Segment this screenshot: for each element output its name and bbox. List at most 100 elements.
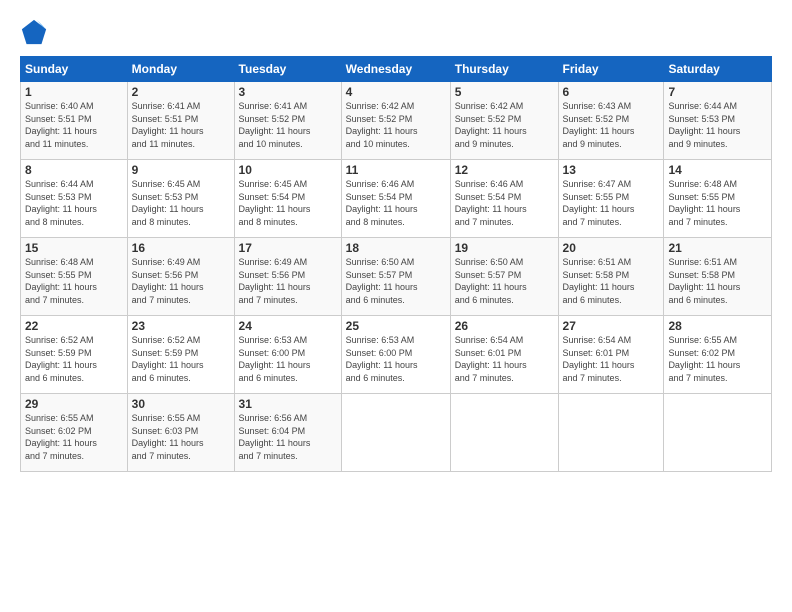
day-info: Sunrise: 6:40 AM Sunset: 5:51 PM Dayligh… bbox=[25, 100, 123, 150]
day-cell-26: 26Sunrise: 6:54 AM Sunset: 6:01 PM Dayli… bbox=[450, 316, 558, 394]
day-number: 31 bbox=[239, 397, 337, 411]
day-cell-31: 31Sunrise: 6:56 AM Sunset: 6:04 PM Dayli… bbox=[234, 394, 341, 472]
day-cell-6: 6Sunrise: 6:43 AM Sunset: 5:52 PM Daylig… bbox=[558, 82, 664, 160]
day-cell-27: 27Sunrise: 6:54 AM Sunset: 6:01 PM Dayli… bbox=[558, 316, 664, 394]
day-number: 26 bbox=[455, 319, 554, 333]
week-row-2: 15Sunrise: 6:48 AM Sunset: 5:55 PM Dayli… bbox=[21, 238, 772, 316]
week-row-1: 8Sunrise: 6:44 AM Sunset: 5:53 PM Daylig… bbox=[21, 160, 772, 238]
day-number: 10 bbox=[239, 163, 337, 177]
day-info: Sunrise: 6:43 AM Sunset: 5:52 PM Dayligh… bbox=[563, 100, 660, 150]
day-info: Sunrise: 6:49 AM Sunset: 5:56 PM Dayligh… bbox=[239, 256, 337, 306]
day-info: Sunrise: 6:52 AM Sunset: 5:59 PM Dayligh… bbox=[132, 334, 230, 384]
week-row-4: 29Sunrise: 6:55 AM Sunset: 6:02 PM Dayli… bbox=[21, 394, 772, 472]
day-number: 12 bbox=[455, 163, 554, 177]
empty-cell bbox=[558, 394, 664, 472]
day-info: Sunrise: 6:50 AM Sunset: 5:57 PM Dayligh… bbox=[455, 256, 554, 306]
day-cell-1: 1Sunrise: 6:40 AM Sunset: 5:51 PM Daylig… bbox=[21, 82, 128, 160]
col-header-sunday: Sunday bbox=[21, 57, 128, 82]
day-info: Sunrise: 6:41 AM Sunset: 5:52 PM Dayligh… bbox=[239, 100, 337, 150]
day-info: Sunrise: 6:55 AM Sunset: 6:02 PM Dayligh… bbox=[25, 412, 123, 462]
day-info: Sunrise: 6:51 AM Sunset: 5:58 PM Dayligh… bbox=[563, 256, 660, 306]
day-info: Sunrise: 6:44 AM Sunset: 5:53 PM Dayligh… bbox=[25, 178, 123, 228]
day-cell-18: 18Sunrise: 6:50 AM Sunset: 5:57 PM Dayli… bbox=[341, 238, 450, 316]
day-number: 1 bbox=[25, 85, 123, 99]
day-number: 27 bbox=[563, 319, 660, 333]
day-info: Sunrise: 6:54 AM Sunset: 6:01 PM Dayligh… bbox=[563, 334, 660, 384]
logo bbox=[20, 18, 50, 46]
day-number: 2 bbox=[132, 85, 230, 99]
day-info: Sunrise: 6:49 AM Sunset: 5:56 PM Dayligh… bbox=[132, 256, 230, 306]
day-cell-4: 4Sunrise: 6:42 AM Sunset: 5:52 PM Daylig… bbox=[341, 82, 450, 160]
day-number: 18 bbox=[346, 241, 446, 255]
day-cell-10: 10Sunrise: 6:45 AM Sunset: 5:54 PM Dayli… bbox=[234, 160, 341, 238]
day-info: Sunrise: 6:42 AM Sunset: 5:52 PM Dayligh… bbox=[346, 100, 446, 150]
empty-cell bbox=[664, 394, 772, 472]
logo-icon bbox=[20, 18, 48, 46]
day-number: 5 bbox=[455, 85, 554, 99]
day-info: Sunrise: 6:55 AM Sunset: 6:02 PM Dayligh… bbox=[668, 334, 767, 384]
day-number: 22 bbox=[25, 319, 123, 333]
day-number: 7 bbox=[668, 85, 767, 99]
day-cell-29: 29Sunrise: 6:55 AM Sunset: 6:02 PM Dayli… bbox=[21, 394, 128, 472]
day-info: Sunrise: 6:51 AM Sunset: 5:58 PM Dayligh… bbox=[668, 256, 767, 306]
day-number: 8 bbox=[25, 163, 123, 177]
day-cell-9: 9Sunrise: 6:45 AM Sunset: 5:53 PM Daylig… bbox=[127, 160, 234, 238]
day-number: 14 bbox=[668, 163, 767, 177]
day-number: 11 bbox=[346, 163, 446, 177]
header bbox=[20, 18, 772, 46]
day-cell-5: 5Sunrise: 6:42 AM Sunset: 5:52 PM Daylig… bbox=[450, 82, 558, 160]
day-cell-23: 23Sunrise: 6:52 AM Sunset: 5:59 PM Dayli… bbox=[127, 316, 234, 394]
day-number: 3 bbox=[239, 85, 337, 99]
day-cell-8: 8Sunrise: 6:44 AM Sunset: 5:53 PM Daylig… bbox=[21, 160, 128, 238]
day-info: Sunrise: 6:56 AM Sunset: 6:04 PM Dayligh… bbox=[239, 412, 337, 462]
day-cell-12: 12Sunrise: 6:46 AM Sunset: 5:54 PM Dayli… bbox=[450, 160, 558, 238]
day-info: Sunrise: 6:45 AM Sunset: 5:53 PM Dayligh… bbox=[132, 178, 230, 228]
page: SundayMondayTuesdayWednesdayThursdayFrid… bbox=[0, 0, 792, 482]
day-cell-20: 20Sunrise: 6:51 AM Sunset: 5:58 PM Dayli… bbox=[558, 238, 664, 316]
day-info: Sunrise: 6:45 AM Sunset: 5:54 PM Dayligh… bbox=[239, 178, 337, 228]
day-number: 9 bbox=[132, 163, 230, 177]
col-header-wednesday: Wednesday bbox=[341, 57, 450, 82]
day-info: Sunrise: 6:52 AM Sunset: 5:59 PM Dayligh… bbox=[25, 334, 123, 384]
day-cell-13: 13Sunrise: 6:47 AM Sunset: 5:55 PM Dayli… bbox=[558, 160, 664, 238]
day-info: Sunrise: 6:48 AM Sunset: 5:55 PM Dayligh… bbox=[668, 178, 767, 228]
day-cell-15: 15Sunrise: 6:48 AM Sunset: 5:55 PM Dayli… bbox=[21, 238, 128, 316]
day-cell-22: 22Sunrise: 6:52 AM Sunset: 5:59 PM Dayli… bbox=[21, 316, 128, 394]
day-cell-3: 3Sunrise: 6:41 AM Sunset: 5:52 PM Daylig… bbox=[234, 82, 341, 160]
col-header-friday: Friday bbox=[558, 57, 664, 82]
day-number: 25 bbox=[346, 319, 446, 333]
day-info: Sunrise: 6:46 AM Sunset: 5:54 PM Dayligh… bbox=[346, 178, 446, 228]
day-info: Sunrise: 6:44 AM Sunset: 5:53 PM Dayligh… bbox=[668, 100, 767, 150]
week-row-3: 22Sunrise: 6:52 AM Sunset: 5:59 PM Dayli… bbox=[21, 316, 772, 394]
day-info: Sunrise: 6:50 AM Sunset: 5:57 PM Dayligh… bbox=[346, 256, 446, 306]
day-number: 21 bbox=[668, 241, 767, 255]
header-row: SundayMondayTuesdayWednesdayThursdayFrid… bbox=[21, 57, 772, 82]
day-cell-7: 7Sunrise: 6:44 AM Sunset: 5:53 PM Daylig… bbox=[664, 82, 772, 160]
day-cell-25: 25Sunrise: 6:53 AM Sunset: 6:00 PM Dayli… bbox=[341, 316, 450, 394]
day-cell-16: 16Sunrise: 6:49 AM Sunset: 5:56 PM Dayli… bbox=[127, 238, 234, 316]
day-info: Sunrise: 6:42 AM Sunset: 5:52 PM Dayligh… bbox=[455, 100, 554, 150]
day-info: Sunrise: 6:41 AM Sunset: 5:51 PM Dayligh… bbox=[132, 100, 230, 150]
empty-cell bbox=[450, 394, 558, 472]
day-cell-28: 28Sunrise: 6:55 AM Sunset: 6:02 PM Dayli… bbox=[664, 316, 772, 394]
day-number: 28 bbox=[668, 319, 767, 333]
col-header-thursday: Thursday bbox=[450, 57, 558, 82]
day-cell-17: 17Sunrise: 6:49 AM Sunset: 5:56 PM Dayli… bbox=[234, 238, 341, 316]
day-info: Sunrise: 6:48 AM Sunset: 5:55 PM Dayligh… bbox=[25, 256, 123, 306]
day-number: 23 bbox=[132, 319, 230, 333]
day-info: Sunrise: 6:47 AM Sunset: 5:55 PM Dayligh… bbox=[563, 178, 660, 228]
day-info: Sunrise: 6:53 AM Sunset: 6:00 PM Dayligh… bbox=[346, 334, 446, 384]
day-cell-24: 24Sunrise: 6:53 AM Sunset: 6:00 PM Dayli… bbox=[234, 316, 341, 394]
col-header-saturday: Saturday bbox=[664, 57, 772, 82]
day-cell-19: 19Sunrise: 6:50 AM Sunset: 5:57 PM Dayli… bbox=[450, 238, 558, 316]
day-number: 19 bbox=[455, 241, 554, 255]
day-number: 13 bbox=[563, 163, 660, 177]
day-info: Sunrise: 6:54 AM Sunset: 6:01 PM Dayligh… bbox=[455, 334, 554, 384]
day-cell-21: 21Sunrise: 6:51 AM Sunset: 5:58 PM Dayli… bbox=[664, 238, 772, 316]
col-header-monday: Monday bbox=[127, 57, 234, 82]
day-number: 15 bbox=[25, 241, 123, 255]
col-header-tuesday: Tuesday bbox=[234, 57, 341, 82]
day-number: 30 bbox=[132, 397, 230, 411]
day-number: 4 bbox=[346, 85, 446, 99]
day-info: Sunrise: 6:53 AM Sunset: 6:00 PM Dayligh… bbox=[239, 334, 337, 384]
